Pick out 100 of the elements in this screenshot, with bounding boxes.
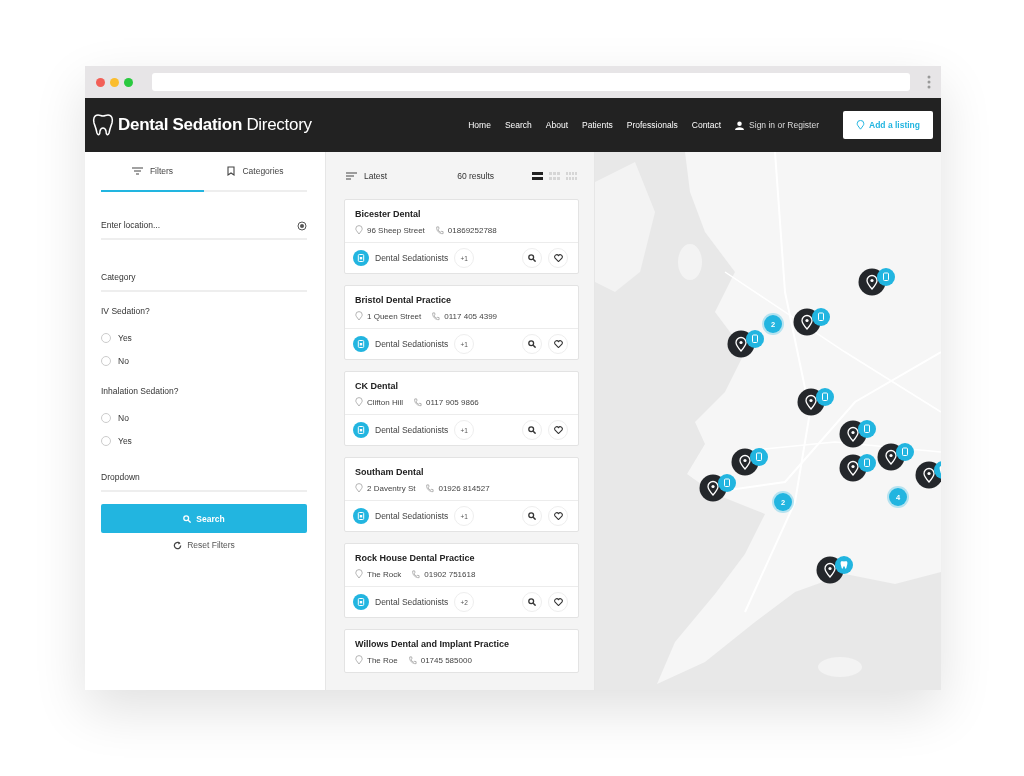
listing-name[interactable]: Bicester Dental bbox=[355, 209, 568, 219]
listing-name[interactable]: Southam Dental bbox=[355, 467, 568, 477]
listing-phone: 01902 751618 bbox=[424, 569, 476, 579]
quick-view-button[interactable] bbox=[522, 248, 542, 268]
favorite-button[interactable] bbox=[548, 248, 568, 268]
filter-tab[interactable]: Categories bbox=[204, 152, 307, 192]
location-pin-icon bbox=[355, 483, 363, 493]
nav-link[interactable]: Patients bbox=[582, 120, 613, 130]
nav-link[interactable]: About bbox=[545, 120, 569, 130]
map-marker[interactable] bbox=[839, 454, 876, 482]
listing-name[interactable]: Willows Dental and Implant Practice bbox=[355, 639, 568, 649]
user-icon bbox=[735, 120, 745, 130]
map-marker[interactable] bbox=[858, 268, 895, 296]
listing-phone: 01869252788 bbox=[447, 225, 497, 235]
nav-link[interactable]: Home bbox=[468, 120, 491, 130]
listing-name[interactable]: CK Dental bbox=[355, 381, 568, 391]
listing-name[interactable]: Bristol Dental Practice bbox=[355, 295, 568, 305]
listing-category[interactable]: Dental Sedationists bbox=[375, 597, 449, 607]
location-pin-icon bbox=[355, 569, 363, 579]
location-pin-icon bbox=[355, 655, 363, 665]
locate-icon[interactable] bbox=[297, 221, 307, 231]
phone-icon bbox=[411, 569, 421, 579]
map-marker[interactable] bbox=[793, 308, 830, 336]
location-field[interactable]: Enter location... bbox=[101, 212, 307, 240]
listing-phone: 0117 405 4399 bbox=[444, 311, 498, 321]
listing-category[interactable]: Dental Sedationists bbox=[375, 425, 449, 435]
question-label: IV Sedation? bbox=[101, 305, 151, 318]
location-pin-icon bbox=[355, 225, 363, 235]
filter-tab[interactable]: Filters bbox=[101, 152, 204, 192]
result-count: 60 results bbox=[457, 170, 494, 181]
search-icon bbox=[183, 514, 192, 523]
list-view-icon[interactable] bbox=[532, 171, 543, 180]
clipboard-icon bbox=[353, 336, 369, 352]
minimize-dot[interactable] bbox=[110, 77, 119, 87]
phone-icon bbox=[434, 225, 444, 235]
location-pin-icon bbox=[355, 397, 363, 407]
clipboard-icon bbox=[353, 250, 369, 266]
phone-icon bbox=[425, 483, 435, 493]
radio-option[interactable]: Yes bbox=[101, 429, 307, 452]
listing-address: The Roe bbox=[367, 655, 398, 665]
nav-link[interactable]: Search bbox=[504, 120, 532, 130]
listing-category[interactable]: Dental Sedationists bbox=[375, 339, 449, 349]
filter-icon bbox=[131, 167, 143, 175]
sort-button[interactable]: Latest bbox=[346, 170, 388, 181]
map-marker[interactable] bbox=[727, 330, 764, 358]
favorite-button[interactable] bbox=[548, 420, 568, 440]
listing-address: 96 Sheep Street bbox=[367, 225, 425, 235]
radio-option[interactable]: Yes bbox=[101, 326, 307, 349]
heart-icon bbox=[553, 598, 563, 606]
location-pin-icon bbox=[355, 311, 363, 321]
listing-name[interactable]: Rock House Dental Practice bbox=[355, 553, 568, 563]
search-icon bbox=[528, 598, 536, 606]
phone-icon bbox=[413, 397, 422, 407]
heart-icon bbox=[553, 512, 563, 520]
heart-icon bbox=[553, 254, 563, 262]
favorite-button[interactable] bbox=[548, 506, 568, 526]
category-field[interactable]: Category bbox=[101, 264, 307, 292]
maximize-dot[interactable] bbox=[124, 77, 133, 87]
reset-filters-button[interactable]: Reset Filters bbox=[167, 539, 241, 551]
listing-phone: 01926 814527 bbox=[438, 483, 490, 493]
phone-icon bbox=[407, 655, 417, 665]
listing-phone: 0117 905 9866 bbox=[426, 397, 479, 407]
quick-view-button[interactable] bbox=[522, 420, 542, 440]
favorite-button[interactable] bbox=[548, 334, 568, 354]
map-marker[interactable] bbox=[797, 388, 834, 416]
listing-address: Clifton Hill bbox=[367, 397, 403, 407]
heart-icon bbox=[553, 340, 563, 348]
search-icon bbox=[528, 426, 536, 434]
map-marker[interactable] bbox=[731, 448, 768, 476]
sign-in-link[interactable]: Sign in or Register bbox=[749, 120, 819, 130]
map-marker[interactable] bbox=[699, 474, 736, 502]
dropdown-field[interactable]: Dropdown bbox=[101, 464, 307, 492]
listing-address: 1 Queen Street bbox=[367, 311, 422, 321]
map-marker[interactable] bbox=[816, 556, 853, 584]
map-marker[interactable] bbox=[839, 420, 876, 448]
listing-phone: 01745 585000 bbox=[420, 655, 472, 665]
bookmark-icon bbox=[227, 166, 236, 176]
quick-view-button[interactable] bbox=[522, 592, 542, 612]
heart-icon bbox=[553, 426, 563, 434]
quick-view-button[interactable] bbox=[522, 506, 542, 526]
nav-link[interactable]: Contact bbox=[691, 120, 722, 130]
listing-card[interactable]: Willows Dental and Implant Practice The Roe 01745 585000 bbox=[344, 629, 579, 673]
listing-category[interactable]: Dental Sedationists bbox=[375, 253, 449, 263]
nav-link[interactable]: Professionals bbox=[626, 120, 678, 130]
site-logo[interactable]: Dental Sedation Directory bbox=[118, 115, 312, 135]
search-icon bbox=[528, 512, 536, 520]
map-marker[interactable] bbox=[915, 461, 941, 489]
close-dot[interactable] bbox=[96, 77, 105, 87]
sort-icon bbox=[346, 171, 357, 180]
clipboard-icon bbox=[353, 594, 369, 610]
phone-icon bbox=[431, 311, 441, 321]
clipboard-icon bbox=[353, 422, 369, 438]
map-marker[interactable] bbox=[877, 443, 914, 471]
listing-category[interactable]: Dental Sedationists bbox=[375, 511, 449, 521]
favorite-button[interactable] bbox=[548, 592, 568, 612]
radio-option[interactable]: No bbox=[101, 349, 307, 372]
quick-view-button[interactable] bbox=[522, 334, 542, 354]
search-icon bbox=[528, 254, 536, 262]
listing-address: 2 Daventry St bbox=[367, 483, 416, 493]
radio-option[interactable]: No bbox=[101, 406, 307, 429]
